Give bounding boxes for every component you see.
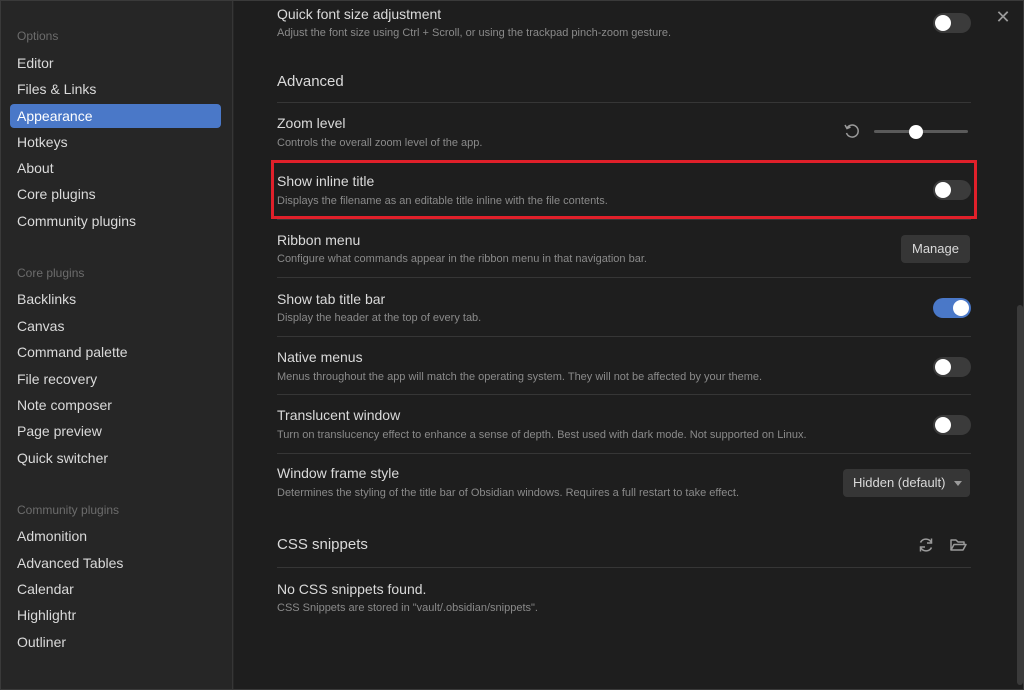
setting-translucent-window: Translucent window Turn on translucency … xyxy=(277,394,971,452)
sidebar-group-title-community-plugins: Community plugins xyxy=(17,503,120,517)
setting-description: Controls the overall zoom level of the a… xyxy=(277,137,483,149)
setting-name: Show inline title xyxy=(277,173,375,189)
sidebar-item-community-plugins[interactable]: Community plugins xyxy=(10,209,221,233)
setting-zoom-level: Zoom level Controls the overall zoom lev… xyxy=(277,102,971,160)
setting-native-menus: Native menus Menus throughout the app wi… xyxy=(277,336,971,394)
setting-description: Determines the styling of the title bar … xyxy=(277,487,740,499)
setting-description: Displays the filename as an editable tit… xyxy=(277,195,608,207)
dropdown-selected-value: Hidden (default) xyxy=(853,475,946,490)
sidebar-item-outliner[interactable]: Outliner xyxy=(10,630,221,654)
open-folder-icon[interactable] xyxy=(948,535,968,555)
setting-name: Window frame style xyxy=(277,465,400,481)
settings-content: ✕ Quick font size adjustment Adjust the … xyxy=(234,1,1023,689)
close-icon[interactable]: ✕ xyxy=(993,7,1013,27)
setting-name: Quick font size adjustment xyxy=(277,6,442,22)
sidebar-item-core-plugins[interactable]: Core plugins xyxy=(10,182,221,206)
sidebar-group-title-options: Options xyxy=(17,29,59,43)
sidebar-item-page-preview[interactable]: Page preview xyxy=(10,419,221,443)
setting-description: Menus throughout the app will match the … xyxy=(277,371,763,383)
toggle-knob xyxy=(935,182,951,198)
sidebar-item-about[interactable]: About xyxy=(10,156,221,180)
sidebar-item-hotkeys[interactable]: Hotkeys xyxy=(10,130,221,154)
sidebar-item-note-composer[interactable]: Note composer xyxy=(10,393,221,417)
setting-name: Zoom level xyxy=(277,115,346,131)
quick-font-size-toggle[interactable] xyxy=(933,13,971,33)
sidebar-item-calendar[interactable]: Calendar xyxy=(10,577,221,601)
settings-window: Options Editor Files & Links Appearance … xyxy=(0,0,1024,690)
sidebar-item-appearance[interactable]: Appearance xyxy=(10,104,221,128)
section-heading-advanced: Advanced xyxy=(277,73,344,90)
toggle-knob xyxy=(935,359,951,375)
sidebar-item-canvas[interactable]: Canvas xyxy=(10,314,221,338)
setting-description: Display the header at the top of every t… xyxy=(277,312,482,324)
sidebar-item-backlinks[interactable]: Backlinks xyxy=(10,287,221,311)
show-inline-title-toggle[interactable] xyxy=(933,180,971,200)
setting-name: Translucent window xyxy=(277,407,401,423)
settings-sidebar: Options Editor Files & Links Appearance … xyxy=(1,1,233,689)
setting-description: Configure what commands appear in the ri… xyxy=(277,253,647,265)
setting-description: Adjust the font size using Ctrl + Scroll… xyxy=(277,27,672,39)
sidebar-item-advanced-tables[interactable]: Advanced Tables xyxy=(10,551,221,575)
setting-name: Show tab title bar xyxy=(277,291,386,307)
sidebar-item-command-palette[interactable]: Command palette xyxy=(10,340,221,364)
toggle-knob xyxy=(953,300,969,316)
toggle-knob xyxy=(935,417,951,433)
sidebar-item-highlightr[interactable]: Highlightr xyxy=(10,603,221,627)
native-menus-toggle[interactable] xyxy=(933,357,971,377)
scrollbar[interactable] xyxy=(1017,305,1023,685)
setting-description: CSS Snippets are stored in "vault/.obsid… xyxy=(277,602,538,614)
setting-show-inline-title: Show inline title Displays the filename … xyxy=(277,161,971,219)
setting-ribbon-menu: Ribbon menu Configure what commands appe… xyxy=(277,219,971,277)
sidebar-item-quick-switcher[interactable]: Quick switcher xyxy=(10,446,221,470)
setting-name: Ribbon menu xyxy=(277,232,361,248)
reset-icon[interactable] xyxy=(842,122,862,142)
setting-show-tab-title-bar: Show tab title bar Display the header at… xyxy=(277,277,971,335)
chevron-down-icon xyxy=(953,481,962,486)
sidebar-item-editor[interactable]: Editor xyxy=(10,51,221,75)
setting-name: Native menus xyxy=(277,349,363,365)
toggle-knob xyxy=(935,15,951,31)
show-tab-title-bar-toggle[interactable] xyxy=(933,298,971,318)
setting-no-css-snippets: No CSS snippets found. CSS Snippets are … xyxy=(277,567,971,625)
setting-quick-font-size: Quick font size adjustment Adjust the fo… xyxy=(277,1,971,49)
section-heading-css-snippets: CSS snippets xyxy=(277,536,368,553)
sidebar-item-admonition[interactable]: Admonition xyxy=(10,524,221,548)
sidebar-item-files-links[interactable]: Files & Links xyxy=(10,77,221,101)
setting-window-frame-style: Window frame style Determines the stylin… xyxy=(277,453,971,511)
sidebar-group-title-core-plugins: Core plugins xyxy=(17,266,85,280)
setting-name: No CSS snippets found. xyxy=(277,581,427,597)
window-frame-style-dropdown[interactable]: Hidden (default) xyxy=(843,469,970,497)
translucent-window-toggle[interactable] xyxy=(933,415,971,435)
setting-description: Turn on translucency effect to enhance a… xyxy=(277,429,807,441)
reload-snippets-icon[interactable] xyxy=(916,535,936,555)
zoom-slider-thumb[interactable] xyxy=(909,125,924,139)
sidebar-item-file-recovery[interactable]: File recovery xyxy=(10,367,221,391)
manage-ribbon-button[interactable]: Manage xyxy=(901,235,970,263)
